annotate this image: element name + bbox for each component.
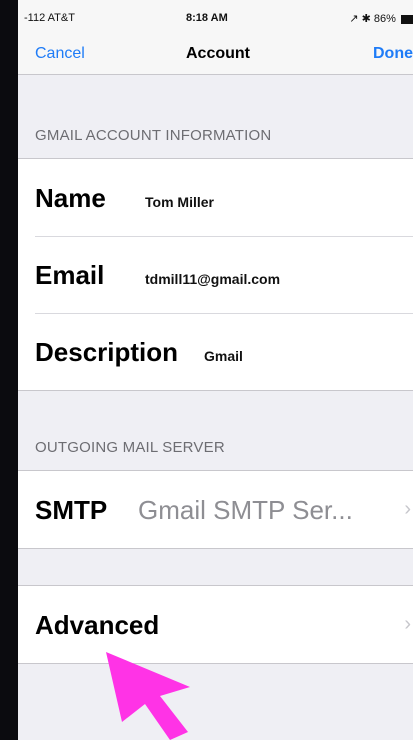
status-bar: -112 AT&T 8:18 AM ↗ ✱ 86% [18,0,413,34]
email-label: Email [35,260,105,290]
name-row[interactable]: Name Tom Miller [18,159,413,236]
description-row[interactable]: Description Gmail [18,313,413,390]
cancel-button[interactable]: Cancel [35,45,85,63]
email-field[interactable]: tdmill11@gmail.com [145,271,280,287]
section-header-outgoing: OUTGOING MAIL SERVER [35,439,225,456]
description-label: Description [35,337,179,367]
email-row[interactable]: Email tdmill11@gmail.com [18,236,413,313]
smtp-row[interactable]: SMTP Gmail SMTP Ser... › [18,471,413,548]
gmail-account-group: Name Tom Miller Email tdmill11@gmail.com… [18,158,413,391]
settings-screen: -112 AT&T 8:18 AM ↗ ✱ 86% Cancel Account… [18,0,413,740]
advanced-group: Advanced › [18,585,413,664]
description-field[interactable]: Gmail [204,348,243,364]
smtp-server-value: Gmail SMTP Ser... [138,495,353,525]
outgoing-server-group: SMTP Gmail SMTP Ser... › [18,470,413,549]
advanced-row[interactable]: Advanced › [18,586,413,663]
section-header-gmail-account: GMAIL ACCOUNT INFORMATION [35,127,272,144]
done-button[interactable]: Done [373,45,413,63]
battery-icon [401,14,413,24]
carrier-label: -112 AT&T [24,12,75,24]
smtp-label: SMTP [35,495,108,525]
advanced-label: Advanced [35,610,160,640]
page-title: Account [186,45,250,62]
chevron-right-icon: › [404,498,411,520]
status-time: 8:18 AM [186,12,228,24]
name-field[interactable]: Tom Miller [145,194,214,210]
name-label: Name [35,183,106,213]
battery-percent: ↗ ✱ 86% [349,13,396,25]
status-indicators: ↗ ✱ 86% [349,12,413,25]
chevron-right-icon: › [404,613,411,635]
pointer-arrow-icon [106,652,190,740]
navigation-bar: Cancel Account Done [18,34,413,75]
